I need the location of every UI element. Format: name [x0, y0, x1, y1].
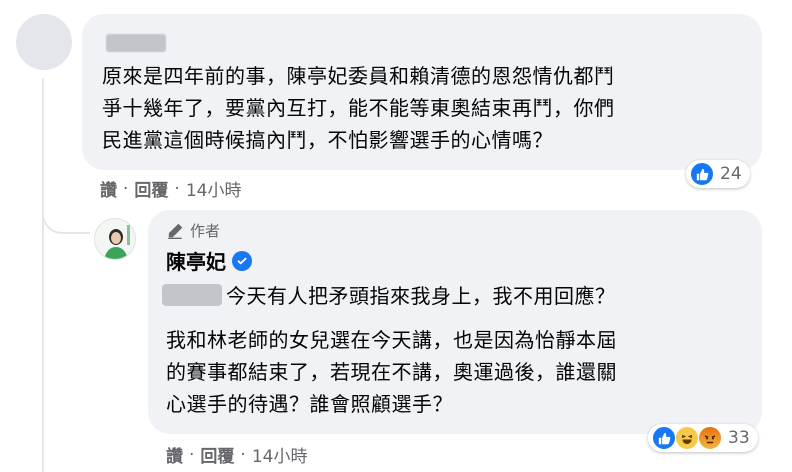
- author-badge: 作者: [166, 220, 220, 241]
- reply-first-line-text: 今天有人把矛頭指來我身上，我不用回應？: [226, 284, 616, 308]
- comment-bubble: 原來是四年前的事，陳亭妃委員和賴清德的恩怨情仇都鬥 爭十幾年了，要黨內互打，能不…: [82, 14, 762, 170]
- commenter-avatar[interactable]: [16, 14, 72, 70]
- reply-timestamp[interactable]: 14小時: [252, 442, 308, 467]
- reply-button[interactable]: 回覆: [200, 442, 234, 467]
- separator: ·: [189, 444, 195, 465]
- separator: ·: [240, 444, 246, 465]
- reply-actions: 讚 · 回覆 · 14小時: [166, 442, 308, 468]
- comment-timestamp[interactable]: 14小時: [186, 176, 242, 201]
- reaction-count: 24: [720, 164, 742, 184]
- author-badge-label: 作者: [190, 222, 221, 240]
- comment-reactions[interactable]: 24: [686, 160, 750, 188]
- reply-text: 我和林老師的女兒選在今天講，也是因為怡靜本屆 的賽事都結束了，若現在不講，奧運過…: [166, 328, 617, 416]
- like-reaction-icon: [652, 426, 676, 450]
- like-button[interactable]: 讚: [166, 442, 183, 467]
- comment-actions: 讚 · 回覆 · 14小時: [100, 176, 242, 202]
- comment-text: 原來是四年前的事，陳亭妃委員和賴清德的恩怨情仇都鬥 爭十幾年了，要黨內互打，能不…: [102, 64, 615, 152]
- reply-bubble: 作者 陳亭妃 今天有人把矛頭指來我身上，我不用回應？ 我和林老師的女兒選在今天講…: [148, 210, 762, 434]
- like-button[interactable]: 讚: [100, 176, 117, 201]
- like-reaction-icon: [690, 162, 714, 186]
- blurred-commenter-name[interactable]: [106, 34, 166, 52]
- author-name-row: 陳亭妃: [166, 246, 252, 275]
- haha-reaction-icon: [675, 426, 699, 450]
- verified-badge-icon: [232, 250, 252, 271]
- thread-connector: [42, 176, 90, 234]
- author-avatar[interactable]: [94, 218, 136, 260]
- thread-line: [42, 78, 44, 472]
- reply-button[interactable]: 回覆: [134, 176, 168, 201]
- reply-first-line: 今天有人把矛頭指來我身上，我不用回應？: [162, 280, 616, 309]
- author-photo-icon: [95, 219, 135, 259]
- author-name[interactable]: 陳亭妃: [166, 246, 226, 275]
- separator: ·: [123, 178, 129, 199]
- reply-reactions[interactable]: 33: [648, 424, 758, 452]
- separator: ·: [174, 178, 180, 199]
- pen-icon: [168, 223, 183, 239]
- reaction-count: 33: [728, 428, 750, 448]
- blurred-mention[interactable]: [162, 283, 222, 306]
- angry-reaction-icon: [698, 426, 722, 450]
